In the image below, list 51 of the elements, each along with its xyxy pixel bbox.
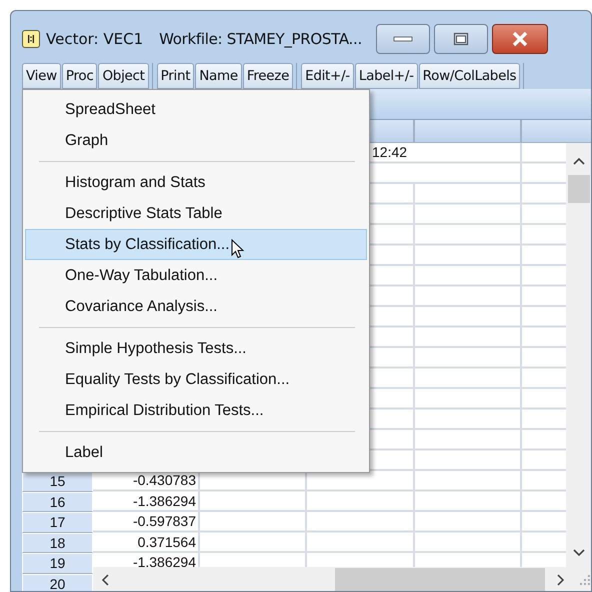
toolbar-button[interactable]: Print bbox=[156, 63, 194, 89]
table-cell: 0.371564 bbox=[138, 534, 196, 550]
table-cell: -1.386294 bbox=[132, 492, 196, 508]
menu-item[interactable]: Descriptive Stats Table bbox=[25, 198, 367, 229]
menu-item[interactable]: Covariance Analysis... bbox=[25, 291, 367, 322]
menu-item[interactable]: One-Way Tabulation... bbox=[25, 260, 367, 291]
scroll-thumb[interactable] bbox=[334, 568, 546, 591]
minimize-button[interactable] bbox=[376, 24, 430, 54]
menu-item[interactable]: Histogram and Stats bbox=[25, 167, 367, 198]
row-number[interactable]: 20 bbox=[22, 574, 93, 591]
scroll-down-icon[interactable] bbox=[572, 549, 584, 557]
toolbar-button[interactable]: Name bbox=[195, 63, 242, 89]
menu-item[interactable]: Graph bbox=[25, 125, 367, 156]
toolbar-button[interactable]: Label+/- bbox=[354, 63, 418, 89]
minimize-icon bbox=[392, 36, 413, 42]
scroll-right-icon[interactable] bbox=[557, 574, 566, 586]
table-cell: -0.597837 bbox=[132, 513, 196, 529]
menu-item[interactable]: Simple Hypothesis Tests... bbox=[25, 333, 367, 364]
table-cell: -0.430783 bbox=[132, 472, 196, 488]
scroll-left-icon[interactable] bbox=[101, 574, 109, 586]
maximize-icon bbox=[452, 32, 469, 46]
row-number[interactable]: 15 bbox=[22, 471, 93, 492]
row-number[interactable]: 18 bbox=[22, 532, 93, 553]
row-number[interactable]: 19 bbox=[22, 553, 93, 574]
table-cell: -1.386294 bbox=[132, 554, 196, 567]
toolbar-button[interactable]: Proc bbox=[62, 63, 98, 89]
menu-item[interactable]: Empirical Distribution Tests... bbox=[25, 395, 367, 426]
menu-item[interactable]: Stats by Classification... bbox=[25, 229, 367, 260]
scroll-up-icon[interactable] bbox=[572, 157, 584, 165]
scroll-thumb[interactable] bbox=[568, 175, 590, 203]
row-number[interactable]: 16 bbox=[22, 492, 93, 512]
menu-item[interactable]: SpreadSheet bbox=[25, 94, 367, 125]
menu-item[interactable]: Equality Tests by Classification... bbox=[25, 364, 367, 395]
window-title: Vector: VEC1 bbox=[46, 30, 144, 48]
resize-grip-icon[interactable] bbox=[579, 574, 591, 586]
toolbar-button[interactable]: View bbox=[22, 63, 61, 89]
timestamp-text: 12:42 bbox=[372, 144, 408, 160]
workfile-name: Workfile: STAMEY_PROSTA... bbox=[159, 30, 362, 48]
close-icon bbox=[510, 31, 529, 47]
toolbar-button[interactable]: Freeze bbox=[242, 63, 294, 89]
menu-item[interactable]: Label bbox=[25, 437, 367, 468]
horizontal-scrollbar[interactable] bbox=[93, 567, 591, 591]
toolbar-button[interactable]: Object bbox=[98, 63, 149, 89]
vertical-scrollbar[interactable] bbox=[566, 143, 591, 567]
toolbar-button[interactable]: Edit+/- bbox=[301, 63, 354, 89]
row-number[interactable]: 17 bbox=[22, 512, 93, 532]
mouse-pointer-icon bbox=[230, 239, 245, 259]
close-button[interactable] bbox=[492, 24, 548, 54]
maximize-button[interactable] bbox=[434, 24, 488, 54]
vector-icon bbox=[22, 30, 40, 48]
toolbar-button[interactable]: Row/ColLabels bbox=[418, 63, 520, 89]
